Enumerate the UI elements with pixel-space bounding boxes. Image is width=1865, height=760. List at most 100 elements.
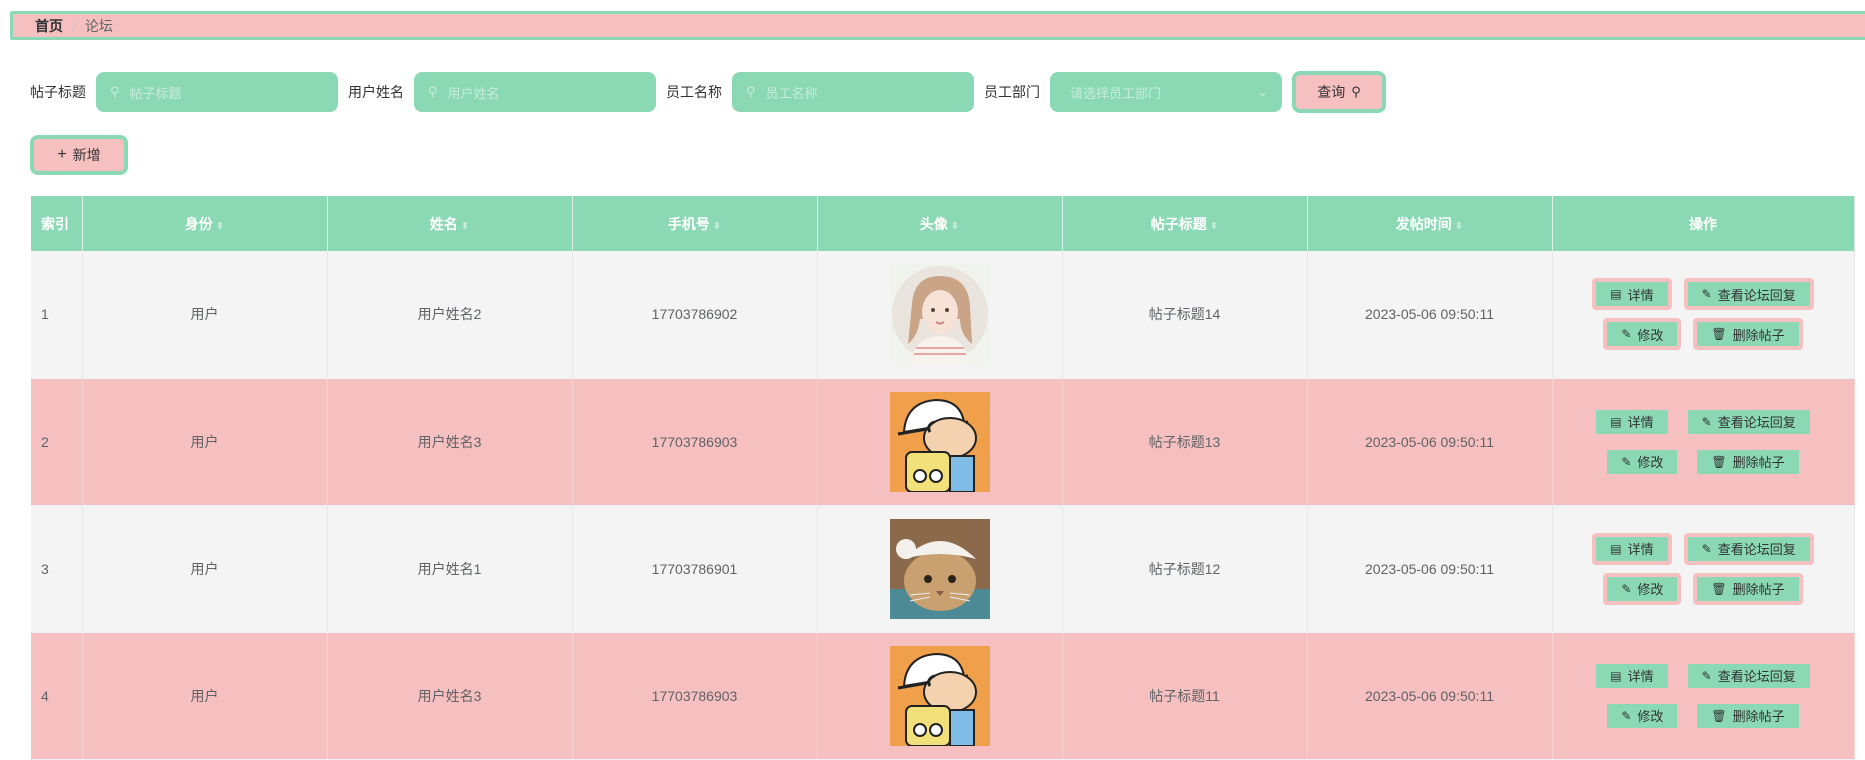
query-button[interactable]: 查询 ⚲: [1292, 71, 1386, 113]
edit-icon: ✎: [1621, 454, 1632, 469]
cell-post-time: 2023-05-06 09:50:11: [1307, 632, 1553, 760]
avatar: [889, 518, 990, 619]
edit-button[interactable]: ✎ 修改: [1603, 699, 1682, 732]
cell-post-title: 帖子标题11: [1062, 632, 1308, 760]
sort-icon[interactable]: ⬍: [951, 221, 959, 232]
user-name-input[interactable]: ⚲ 用户姓名: [414, 72, 656, 112]
add-label: 新增: [72, 147, 101, 163]
trash-icon: 🗑: [1711, 708, 1727, 723]
view-replies-button[interactable]: ✎ 查看论坛回复: [1683, 278, 1814, 311]
search-form: 帖子标题 ⚲ 帖子标题 用户姓名 ⚲ 用户姓名 员工名称 ⚲ 员工名称 员工部门…: [30, 71, 1386, 113]
cell-phone: 17703786901: [572, 505, 818, 633]
cell-avatar: [817, 378, 1063, 506]
plus-icon: +: [57, 146, 67, 163]
header-post-time[interactable]: 发帖时间 ⬍: [1307, 196, 1553, 251]
detail-button[interactable]: ▤ 详情: [1592, 659, 1672, 692]
header-role[interactable]: 身份 ⬍: [82, 196, 328, 251]
table-row: 2 用户 用户姓名3 17703786903 帖子标题13 2023-05-06…: [31, 378, 1855, 506]
delete-button[interactable]: 🗑 删除帖子: [1693, 318, 1803, 351]
cell-role: 用户: [82, 251, 328, 379]
cell-post-title: 帖子标题13: [1062, 378, 1308, 506]
employee-name-placeholder: 员工名称: [765, 85, 818, 101]
document-icon: ▤: [1610, 287, 1622, 302]
sort-icon[interactable]: ⬍: [1210, 221, 1218, 232]
forum-table: 索引 身份 ⬍ 姓名 ⬍ 手机号 ⬍ 头像 ⬍ 帖子标题 ⬍ 发帖时间 ⬍ 操作 1 用户 …: [31, 196, 1855, 760]
cell-index: 3: [31, 505, 83, 633]
breadcrumb-home[interactable]: 首页: [35, 16, 63, 36]
cell-phone: 17703786902: [572, 251, 818, 379]
cell-actions: ▤ 详情 ✎ 查看论坛回复 ✎ 修改 🗑 删除帖子: [1552, 251, 1855, 379]
search-icon: ⚲: [1351, 84, 1361, 99]
department-placeholder: 请选择员工部门: [1070, 85, 1162, 101]
post-title-label: 帖子标题: [30, 84, 86, 100]
cell-role: 用户: [82, 378, 328, 506]
post-title-input[interactable]: ⚲ 帖子标题: [96, 72, 338, 112]
delete-button[interactable]: 🗑 删除帖子: [1693, 445, 1803, 478]
edit-icon: ✎: [1701, 287, 1712, 302]
detail-button[interactable]: ▤ 详情: [1592, 532, 1672, 565]
edit-button[interactable]: ✎ 修改: [1603, 445, 1682, 478]
department-label: 员工部门: [984, 84, 1040, 100]
cell-phone: 17703786903: [572, 378, 818, 506]
trash-icon: 🗑: [1711, 454, 1727, 469]
cell-index: 2: [31, 378, 83, 506]
breadcrumb-current: 论坛: [84, 17, 113, 34]
cell-actions: ▤ 详情 ✎ 查看论坛回复 ✎ 修改 🗑 删除帖子: [1552, 378, 1855, 506]
detail-button[interactable]: ▤ 详情: [1592, 405, 1672, 438]
cell-name: 用户姓名1: [327, 505, 573, 633]
cell-post-time: 2023-05-06 09:50:11: [1307, 505, 1553, 633]
cell-post-title: 帖子标题14: [1062, 251, 1308, 379]
sort-icon[interactable]: ⬍: [461, 221, 469, 232]
document-icon: ▤: [1610, 414, 1622, 429]
header-actions: 操作: [1552, 196, 1855, 251]
edit-icon: ✎: [1621, 327, 1632, 342]
avatar: [889, 391, 990, 492]
document-icon: ▤: [1610, 541, 1622, 556]
header-post-title[interactable]: 帖子标题 ⬍: [1062, 196, 1308, 251]
cell-name: 用户姓名3: [327, 378, 573, 506]
cell-role: 用户: [82, 505, 328, 633]
view-replies-button[interactable]: ✎ 查看论坛回复: [1683, 532, 1814, 565]
avatar: [889, 645, 990, 746]
chevron-down-icon: ⌄: [1257, 84, 1268, 99]
trash-icon: 🗑: [1711, 327, 1727, 342]
cell-actions: ▤ 详情 ✎ 查看论坛回复 ✎ 修改 🗑 删除帖子: [1552, 505, 1855, 633]
edit-button[interactable]: ✎ 修改: [1603, 572, 1682, 605]
search-icon: ⚲: [110, 84, 120, 99]
user-name-placeholder: 用户姓名: [447, 85, 500, 101]
search-icon: ⚲: [746, 84, 756, 99]
cell-role: 用户: [82, 632, 328, 760]
cell-avatar: [817, 632, 1063, 760]
trash-icon: 🗑: [1711, 581, 1727, 596]
breadcrumb-separator: /: [72, 17, 76, 34]
detail-button[interactable]: ▤ 详情: [1592, 278, 1672, 311]
view-replies-button[interactable]: ✎ 查看论坛回复: [1683, 405, 1814, 438]
cell-phone: 17703786903: [572, 632, 818, 760]
employee-name-input[interactable]: ⚲ 员工名称: [732, 72, 974, 112]
edit-icon: ✎: [1701, 541, 1712, 556]
sort-icon[interactable]: ⬍: [216, 221, 224, 232]
cell-post-title: 帖子标题12: [1062, 505, 1308, 633]
department-select[interactable]: 请选择员工部门 ⌄: [1050, 72, 1282, 112]
post-title-placeholder: 帖子标题: [129, 85, 182, 101]
add-button[interactable]: + 新增: [30, 135, 128, 175]
edit-icon: ✎: [1621, 581, 1632, 596]
view-replies-button[interactable]: ✎ 查看论坛回复: [1683, 659, 1814, 692]
sort-icon[interactable]: ⬍: [713, 221, 721, 232]
table-row: 4 用户 用户姓名3 17703786903 帖子标题11 2023-05-06…: [31, 632, 1855, 760]
edit-icon: ✎: [1621, 708, 1632, 723]
cell-actions: ▤ 详情 ✎ 查看论坛回复 ✎ 修改 🗑 删除帖子: [1552, 632, 1855, 760]
header-name[interactable]: 姓名 ⬍: [327, 196, 573, 251]
delete-button[interactable]: 🗑 删除帖子: [1693, 699, 1803, 732]
table-row: 3 用户 用户姓名1 17703786901 帖子标题12 2023-05-06…: [31, 505, 1855, 633]
header-phone[interactable]: 手机号 ⬍: [572, 196, 818, 251]
header-avatar[interactable]: 头像 ⬍: [817, 196, 1063, 251]
query-label: 查询: [1317, 84, 1346, 100]
sort-icon[interactable]: ⬍: [1455, 221, 1463, 232]
edit-icon: ✎: [1701, 668, 1712, 683]
cell-name: 用户姓名2: [327, 251, 573, 379]
edit-button[interactable]: ✎ 修改: [1603, 318, 1682, 351]
delete-button[interactable]: 🗑 删除帖子: [1693, 572, 1803, 605]
cell-avatar: [817, 251, 1063, 379]
header-index: 索引: [31, 196, 83, 251]
